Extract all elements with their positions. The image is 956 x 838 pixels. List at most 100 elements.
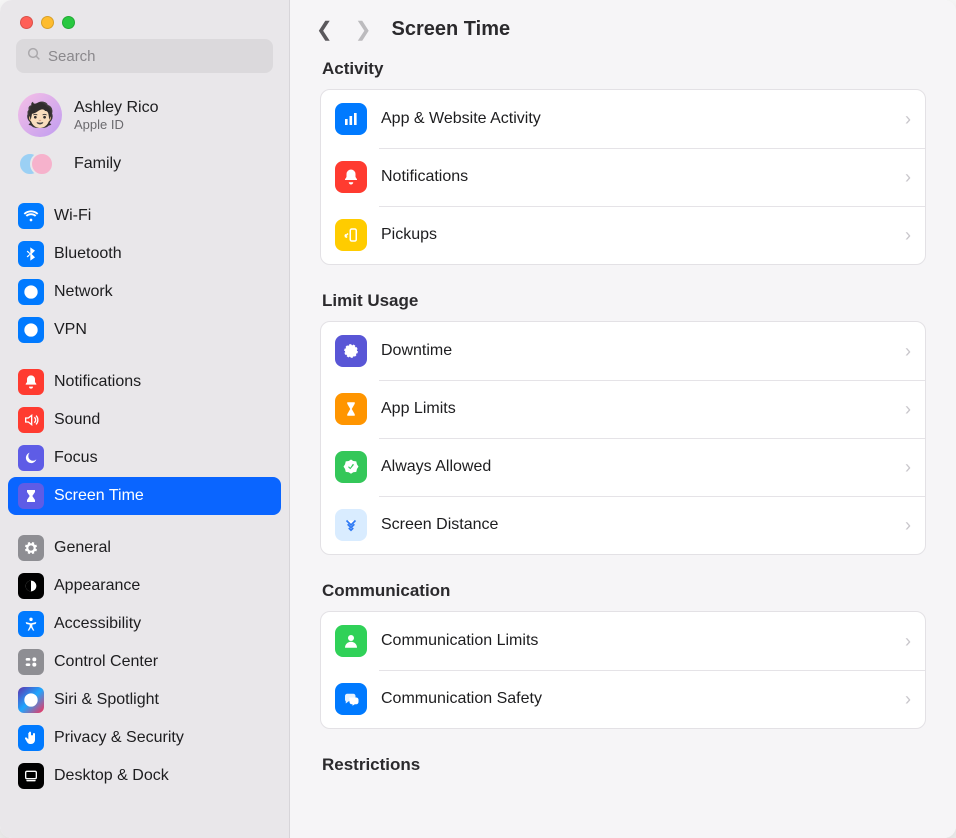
sidebar-item-screen-time[interactable]: Screen Time [8,477,281,515]
clock-icon [335,335,367,367]
sidebar-item-label: Bluetooth [54,243,122,265]
section-header: Communication [320,581,926,601]
sidebar-item-notifications[interactable]: Notifications [8,363,281,401]
row-label: Communication Limits [381,632,891,650]
row-downtime[interactable]: Downtime › [321,322,925,380]
avatar: 🧑🏻 [18,93,62,137]
sidebar-item-label: Control Center [54,651,158,673]
chevron-right-icon: › [905,109,911,130]
forward-button[interactable]: ❯ [355,20,372,40]
row-communication-safety[interactable]: Communication Safety › [321,670,925,728]
row-label: Screen Distance [381,516,891,534]
row-app-limits[interactable]: App Limits › [321,380,925,438]
row-label: Communication Safety [381,690,891,708]
family-icon [18,151,62,177]
access-icon [18,611,44,637]
bell-icon [335,161,367,193]
hourglass-icon [335,393,367,425]
chevron-right-icon: › [905,341,911,362]
section-header: Restrictions [320,755,926,775]
main-header: ❮ ❯ Screen Time [290,0,956,49]
section-activity: ActivityApp & Website Activity›Notificat… [320,59,926,265]
chevron-right-icon: › [905,225,911,246]
section-communication: CommunicationCommunication Limits›Commun… [320,581,926,729]
section-card: App & Website Activity›Notifications›Pic… [320,89,926,265]
row-label: Always Allowed [381,458,891,476]
hourglassSide-icon [18,483,44,509]
apple-id-row[interactable]: 🧑🏻 Ashley Rico Apple ID [8,85,281,145]
appearance-icon [18,573,44,599]
minimize-button[interactable] [41,16,54,29]
sidebar-item-general[interactable]: General [8,529,281,567]
search-field[interactable] [16,39,273,73]
sidebar-item-sound[interactable]: Sound [8,401,281,439]
sidebar-item-label: Siri & Spotlight [54,689,159,711]
section-limit-usage: Limit UsageDowntime›App Limits›Always Al… [320,291,926,555]
sidebar-item-focus[interactable]: Focus [8,439,281,477]
row-label: Downtime [381,342,891,360]
section-card: Communication Limits›Communication Safet… [320,611,926,729]
sidebar-item-label: Accessibility [54,613,141,635]
section-header: Activity [320,59,926,79]
close-button[interactable] [20,16,33,29]
sidebar-item-label: Privacy & Security [54,727,184,749]
sidebar-item-label: General [54,537,111,559]
vpn-icon [18,317,44,343]
chevron-right-icon: › [905,457,911,478]
search-icon [26,46,42,67]
person-icon [335,625,367,657]
sidebar-item-siri-spotlight[interactable]: Siri & Spotlight [8,681,281,719]
sidebar-item-label: Desktop & Dock [54,765,169,787]
chevron-right-icon: › [905,631,911,652]
sidebar-item-vpn[interactable]: VPN [8,311,281,349]
bt-icon [18,241,44,267]
chevron-right-icon: › [905,689,911,710]
page-title: Screen Time [392,18,511,41]
nav-arrows: ❮ ❯ [316,20,372,40]
sidebar-item-label: Notifications [54,371,141,393]
sidebar-item-desktop-dock[interactable]: Desktop & Dock [8,757,281,795]
sidebar-item-label: Sound [54,409,100,431]
chevron-right-icon: › [905,399,911,420]
sidebar-item-label: VPN [54,319,87,341]
waves-icon [335,509,367,541]
row-communication-limits[interactable]: Communication Limits › [321,612,925,670]
sidebar-item-privacy-security[interactable]: Privacy & Security [8,719,281,757]
sidebar-item-accessibility[interactable]: Accessibility [8,605,281,643]
bars-icon [335,103,367,135]
wifi-icon [18,203,44,229]
back-button[interactable]: ❮ [316,20,333,40]
sound-icon [18,407,44,433]
sidebar-item-label: Focus [54,447,98,469]
family-label: Family [74,155,121,173]
row-pickups[interactable]: Pickups › [321,206,925,264]
sidebar-item-appearance[interactable]: Appearance [8,567,281,605]
sidebar-item-label: Wi-Fi [54,205,91,227]
sidebar-item-label: Network [54,281,113,303]
moon-icon [18,445,44,471]
sidebar-item-control-center[interactable]: Control Center [8,643,281,681]
row-label: App Limits [381,400,891,418]
chevron-right-icon: › [905,515,911,536]
row-always-allowed[interactable]: Always Allowed › [321,438,925,496]
gear-icon [18,535,44,561]
main-panel: ❮ ❯ Screen Time Activity App & Website Ac… [290,0,956,838]
main-body: ActivityApp & Website Activity›Notificat… [290,49,956,838]
row-screen-distance[interactable]: Screen Distance › [321,496,925,554]
maximize-button[interactable] [62,16,75,29]
sidebar-item-wi-fi[interactable]: Wi-Fi [8,197,281,235]
settings-window: 🧑🏻 Ashley Rico Apple ID Family Wi-Fi Blue… [0,0,956,838]
search-input[interactable] [48,48,263,65]
pickup-icon [335,219,367,251]
row-label: Notifications [381,168,891,186]
sidebar-item-bluetooth[interactable]: Bluetooth [8,235,281,273]
sidebar-item-network[interactable]: Network [8,273,281,311]
row-notifications[interactable]: Notifications› [321,148,925,206]
row-app-website-activity[interactable]: App & Website Activity› [321,90,925,148]
profile-name: Ashley Rico [74,99,158,117]
family-row[interactable]: Family [8,145,281,183]
traffic-lights [0,0,289,39]
section-card: Downtime›App Limits›Always Allowed›Scree… [320,321,926,555]
row-label: Pickups [381,226,891,244]
sidebar: 🧑🏻 Ashley Rico Apple ID Family Wi-Fi Blue… [0,0,290,838]
